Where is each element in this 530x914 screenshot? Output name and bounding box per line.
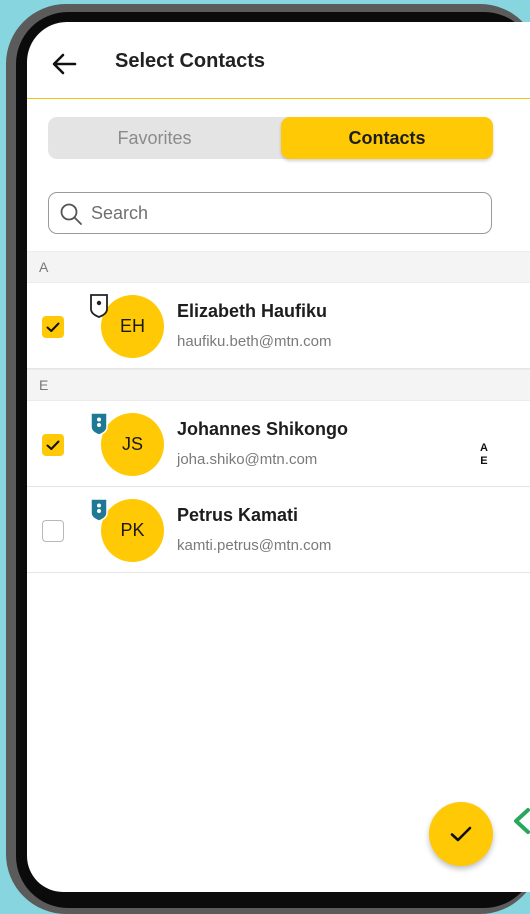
index-letter-e[interactable]: E (480, 455, 488, 468)
page-title: Select Contacts (115, 50, 266, 72)
contact-email: kamti.petrus@mtn.com (177, 537, 332, 554)
contact-name: Johannes Shikongo (177, 419, 349, 439)
avatar: JS (101, 413, 164, 476)
avatar: EH (101, 295, 164, 358)
checkmark-icon (46, 322, 60, 332)
chevron-left-icon (514, 808, 530, 834)
confirm-selection-button[interactable] (429, 802, 493, 866)
checkmark-icon (46, 440, 60, 450)
arrow-left-icon (52, 53, 77, 75)
avatar: PK (101, 499, 164, 562)
contact-row[interactable]: EH Elizabeth Haufiku haufiku.beth@mtn.co… (27, 283, 530, 369)
app-screen: Select Contacts Favorites Contacts A EH … (27, 22, 530, 892)
contact-checkbox[interactable] (42, 434, 64, 456)
contact-row[interactable]: PK Petrus Kamati kamti.petrus@mtn.com (27, 487, 530, 573)
tab-contacts[interactable]: Contacts (281, 117, 493, 159)
contact-email: joha.shiko@mtn.com (177, 451, 318, 468)
section-header-a: A (27, 251, 530, 283)
app-header: Select Contacts (27, 22, 530, 99)
contact-source-tabs: Favorites Contacts (48, 117, 493, 159)
contact-checkbox[interactable] (42, 520, 64, 542)
contact-checkbox[interactable] (42, 316, 64, 338)
index-letter-a[interactable]: A (480, 442, 488, 455)
check-icon (450, 826, 472, 842)
section-letter: E (39, 377, 49, 393)
alphabet-index[interactable]: A E (480, 442, 488, 468)
contact-name: Elizabeth Haufiku (177, 301, 328, 321)
shield-blue-icon (90, 498, 108, 522)
shield-outline-icon (90, 294, 108, 318)
tab-favorites[interactable]: Favorites (48, 117, 261, 159)
contact-name: Petrus Kamati (177, 505, 299, 525)
search-input[interactable] (91, 193, 471, 233)
back-button[interactable] (49, 48, 81, 80)
contact-row[interactable]: JS Johannes Shikongo joha.shiko@mtn.com (27, 401, 530, 487)
section-letter: A (39, 259, 49, 275)
shield-blue-icon (90, 412, 108, 436)
contact-email: haufiku.beth@mtn.com (177, 333, 332, 350)
search-icon (60, 203, 82, 225)
section-header-e: E (27, 369, 530, 401)
search-box (48, 192, 492, 234)
